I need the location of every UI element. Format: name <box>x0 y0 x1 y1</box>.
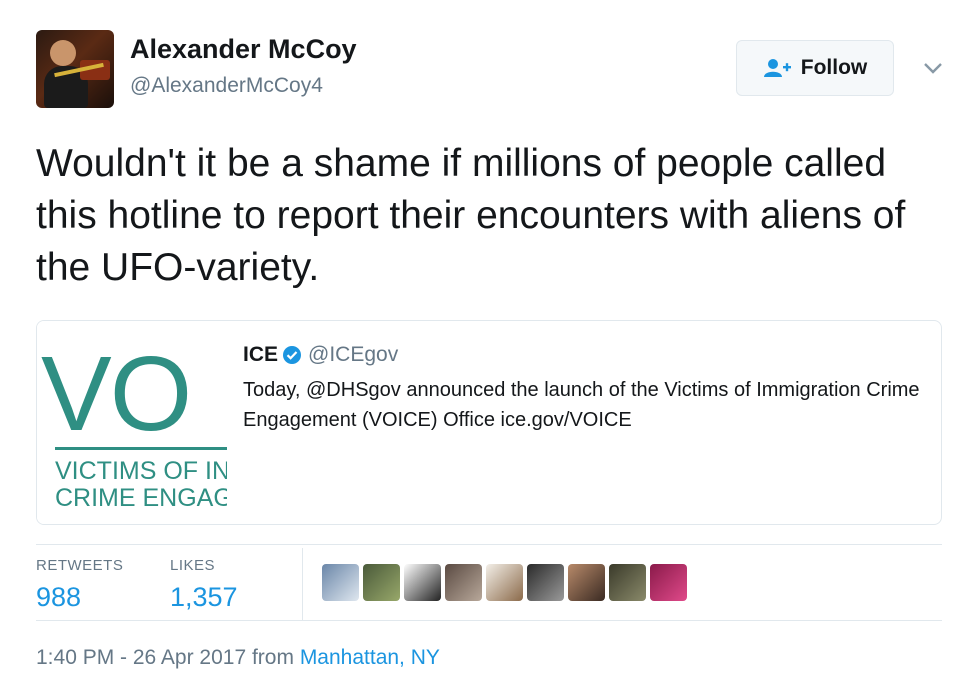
likes-count: 1,357 <box>170 582 238 612</box>
liker-avatar-7[interactable] <box>568 564 605 601</box>
quoted-author-handle[interactable]: @ICEgov <box>308 343 398 367</box>
likes-label: LIKES <box>170 557 216 574</box>
tweet-location[interactable]: Manhattan, NY <box>300 646 440 669</box>
voice-logo-rule <box>55 447 227 450</box>
quoted-tweet-card[interactable]: VO VICTIMS OF IN CRIME ENGAG ICE @ICEgov… <box>36 320 942 525</box>
author-avatar[interactable] <box>36 30 114 108</box>
liker-avatar-8[interactable] <box>609 564 646 601</box>
quoted-tweet-image[interactable]: VO VICTIMS OF IN CRIME ENGAG <box>37 321 227 524</box>
quoted-tweet-header: ICE @ICEgov <box>243 343 398 367</box>
tweet-text: Wouldn't it be a shame if millions of pe… <box>36 142 906 289</box>
author-name[interactable]: Alexander McCoy <box>130 34 357 65</box>
voice-logo-line2: CRIME ENGAG <box>55 484 227 512</box>
liker-avatar-3[interactable] <box>404 564 441 601</box>
liker-avatars <box>322 564 687 601</box>
quoted-tweet-text: Today, @DHSgov announced the launch of t… <box>243 379 920 431</box>
liker-avatar-1[interactable] <box>322 564 359 601</box>
liker-avatar-9[interactable] <box>650 564 687 601</box>
likes-stat[interactable]: LIKES 1,357 <box>170 557 238 613</box>
retweets-count: 988 <box>36 582 82 612</box>
tweet-timestamp[interactable]: 1:40 PM - 26 Apr 2017 from <box>36 646 300 669</box>
author-handle[interactable]: @AlexanderMcCoy4 <box>130 74 323 98</box>
liker-avatar-6[interactable] <box>527 564 564 601</box>
add-user-icon <box>763 59 791 77</box>
stats-bottom-divider <box>36 620 942 621</box>
retweets-label: RETWEETS <box>36 557 124 574</box>
verified-badge-icon <box>283 346 302 364</box>
liker-avatar-2[interactable] <box>363 564 400 601</box>
liker-avatar-5[interactable] <box>486 564 523 601</box>
follow-button-label: Follow <box>800 56 868 79</box>
voice-logo-line1: VICTIMS OF IN <box>55 457 227 485</box>
follow-button[interactable]: Follow <box>736 40 894 96</box>
voice-logo-text: VO <box>41 335 192 453</box>
avatar-face <box>50 40 76 66</box>
retweets-stat[interactable]: RETWEETS 988 <box>36 557 123 613</box>
liker-avatar-4[interactable] <box>445 564 482 601</box>
tweet-meta: 1:40 PM - 26 Apr 2017 from Manhattan, NY <box>36 646 440 670</box>
chevron-down-icon[interactable] <box>922 58 944 78</box>
stats-separator <box>302 548 303 620</box>
quoted-author-name[interactable]: ICE <box>243 343 278 367</box>
stats-top-divider <box>36 544 942 545</box>
